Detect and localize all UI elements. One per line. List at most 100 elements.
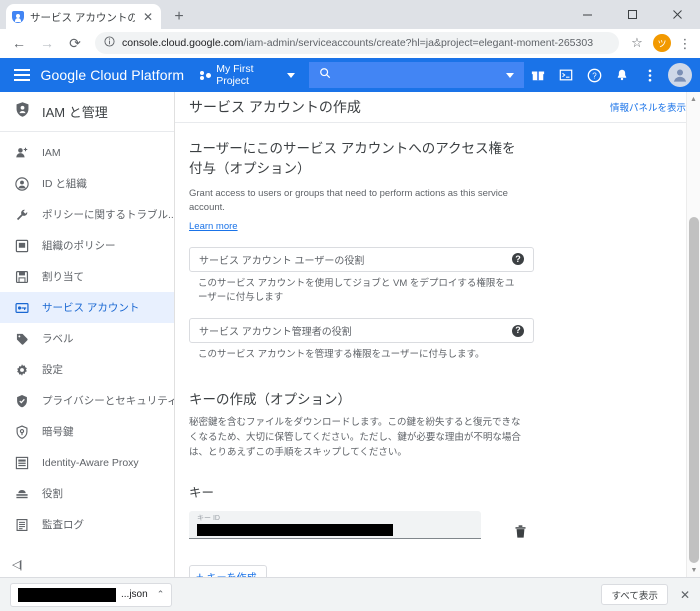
help-icon[interactable]: ? xyxy=(512,253,524,266)
main-content: サービス アカウントの作成 情報パネルを表示 ユーザーにこのサービス アカウント… xyxy=(175,92,700,577)
key-row: キー ID xyxy=(189,510,700,539)
person-add-icon xyxy=(14,146,29,160)
roles-icon xyxy=(14,487,29,501)
notifications-icon[interactable] xyxy=(608,58,636,92)
gcp-search-box[interactable] xyxy=(309,62,524,88)
help-icon[interactable]: ? xyxy=(512,324,524,337)
account-circle-icon xyxy=(14,176,29,191)
project-name: My First Project xyxy=(216,63,254,87)
sidebar-list: IAM ID と組織 ポリシーに関するトラブル... 組織のポリシー 割り当て … xyxy=(0,132,174,540)
tab-favicon-icon xyxy=(12,11,24,23)
project-selector[interactable]: My First Project xyxy=(200,63,295,87)
sidebar-item-policy-troubleshooter[interactable]: ポリシーに関するトラブル... xyxy=(0,199,174,230)
browser-toolbar: ← → ⟳ console.cloud.google.com/iam-admin… xyxy=(0,29,700,58)
search-dropdown-icon[interactable] xyxy=(506,72,514,78)
collapse-sidebar-button[interactable]: ◁| xyxy=(12,558,22,571)
key-section-description: 秘密鍵を含むファイルをダウンロードします。この鍵を紛失すると復元できなくなるため… xyxy=(189,417,521,458)
nav-menu-icon[interactable] xyxy=(10,69,34,81)
service-account-users-role-hint: このサービス アカウントを使用してジョブと VM をデプロイする権限をユーザーに… xyxy=(198,277,515,303)
sidebar-item-privacy-security[interactable]: プライバシーとセキュリティ xyxy=(0,385,174,416)
trash-icon[interactable] xyxy=(512,524,528,539)
site-info-icon[interactable] xyxy=(104,34,115,52)
sidebar-item-iap[interactable]: Identity-Aware Proxy xyxy=(0,447,174,478)
keys-label: キー xyxy=(189,485,215,500)
window-maximize-button[interactable] xyxy=(610,0,655,29)
account-avatar[interactable] xyxy=(668,63,692,87)
scroll-up-arrow[interactable]: ▲ xyxy=(687,92,700,106)
cloud-shell-icon[interactable] xyxy=(552,58,580,92)
gcp-brand-title[interactable]: Google Cloud Platform xyxy=(40,67,184,83)
learn-more-link[interactable]: Learn more xyxy=(189,221,238,232)
more-vert-icon[interactable] xyxy=(636,58,664,92)
service-account-admins-role-input[interactable]: サービス アカウント管理者の役割 ? xyxy=(189,318,534,344)
sidebar-item-label: ID と組織 xyxy=(42,178,87,190)
close-download-bar-icon[interactable]: ✕ xyxy=(680,588,690,602)
sidebar-item-encryption-keys[interactable]: 暗号鍵 xyxy=(0,416,174,447)
browser-menu-icon[interactable]: ⋮ xyxy=(676,37,694,50)
create-key-button[interactable]: + キーを作成 xyxy=(189,564,267,577)
profile-avatar[interactable]: ツ xyxy=(653,34,671,52)
sidebar-item-label: 監査ログ xyxy=(42,519,84,531)
window-close-button[interactable] xyxy=(655,0,700,29)
show-info-panel-link[interactable]: 情報パネルを表示 xyxy=(610,100,686,114)
show-all-downloads-button[interactable]: すべて表示 xyxy=(601,584,668,605)
shield-check-icon xyxy=(14,394,29,408)
wrench-icon xyxy=(14,208,29,222)
key-id-redacted-value xyxy=(197,523,393,536)
window-minimize-button[interactable] xyxy=(565,0,610,29)
new-tab-button[interactable]: + xyxy=(169,9,189,25)
sidebar-item-label: ポリシーに関するトラブル... xyxy=(42,209,174,221)
address-bar[interactable]: console.cloud.google.com/iam-admin/servi… xyxy=(95,32,619,54)
sidebar-item-labels[interactable]: ラベル xyxy=(0,323,174,354)
sidebar-item-org-policies[interactable]: 組織のポリシー xyxy=(0,230,174,261)
sidebar-item-label: Identity-Aware Proxy xyxy=(42,456,139,469)
download-item[interactable]: ...json ⌃ xyxy=(10,582,173,607)
service-account-admins-role-hint: このサービス アカウントを管理する権限をユーザーに付与します。 xyxy=(198,349,485,361)
gcp-header: Google Cloud Platform My First Project ? xyxy=(0,58,700,92)
service-account-icon xyxy=(14,301,29,315)
back-icon[interactable]: ← xyxy=(6,30,32,56)
sidebar-item-service-accounts[interactable]: サービス アカウント xyxy=(0,292,174,323)
chevron-up-icon[interactable]: ⌃ xyxy=(157,589,165,600)
browser-tab[interactable]: サービス アカウントの作成 – IAM と管 ✕ xyxy=(6,4,161,30)
key-section-heading: キーの作成（オプション） xyxy=(189,392,351,408)
download-filename-redacted xyxy=(18,587,116,602)
reload-icon[interactable]: ⟳ xyxy=(62,30,88,56)
gift-icon[interactable] xyxy=(524,58,552,92)
sidebar-item-label: ラベル xyxy=(42,333,74,345)
sidebar-item-label: 役割 xyxy=(42,488,63,500)
sidebar-item-settings[interactable]: 設定 xyxy=(0,354,174,385)
forward-icon[interactable]: → xyxy=(34,30,60,56)
sidebar-item-label: 割り当て xyxy=(42,271,84,283)
bookmark-star-icon[interactable]: ☆ xyxy=(626,35,648,51)
plus-icon: + xyxy=(196,568,204,577)
key-id-field[interactable]: キー ID xyxy=(189,510,481,539)
address-bar-text: console.cloud.google.com/iam-admin/servi… xyxy=(122,37,593,49)
sidebar-item-roles[interactable]: 役割 xyxy=(0,478,174,509)
input-placeholder: サービス アカウント ユーザーの役割 xyxy=(199,255,365,267)
sidebar-item-audit-logs[interactable]: 監査ログ xyxy=(0,509,174,540)
sidebar-item-quotas[interactable]: 割り当て xyxy=(0,261,174,292)
help-icon[interactable]: ? xyxy=(580,58,608,92)
save-icon xyxy=(14,270,29,284)
sidebar-item-label: 暗号鍵 xyxy=(42,426,74,438)
svg-text:?: ? xyxy=(592,71,597,80)
sidebar-item-label: プライバシーとセキュリティ xyxy=(42,395,174,407)
shield-person-icon xyxy=(14,101,31,123)
key-shield-icon xyxy=(14,424,29,439)
audit-log-icon xyxy=(14,518,29,532)
main-header: サービス アカウントの作成 情報パネルを表示 xyxy=(175,92,700,123)
service-account-users-role-input[interactable]: サービス アカウント ユーザーの役割 ? xyxy=(189,246,534,272)
page-title: サービス アカウントの作成 xyxy=(189,99,361,115)
label-icon xyxy=(14,332,29,346)
sidebar-item-label: サービス アカウント xyxy=(42,302,140,314)
grant-section-heading: ユーザーにこのサービス アカウントへのアクセス権を付与（オプション） xyxy=(189,141,516,176)
download-filename-suffix: ...json xyxy=(121,589,148,600)
sidebar-item-iam[interactable]: IAM xyxy=(0,137,174,168)
page-scrollbar[interactable]: ▲ ▼ xyxy=(686,92,700,577)
url-path: /iam-admin/serviceaccounts/create?hl=ja&… xyxy=(243,37,594,49)
tab-close-icon[interactable]: ✕ xyxy=(141,11,155,23)
scrollbar-thumb[interactable] xyxy=(689,217,699,563)
scroll-down-arrow[interactable]: ▼ xyxy=(687,563,700,577)
sidebar-item-identity[interactable]: ID と組織 xyxy=(0,168,174,199)
